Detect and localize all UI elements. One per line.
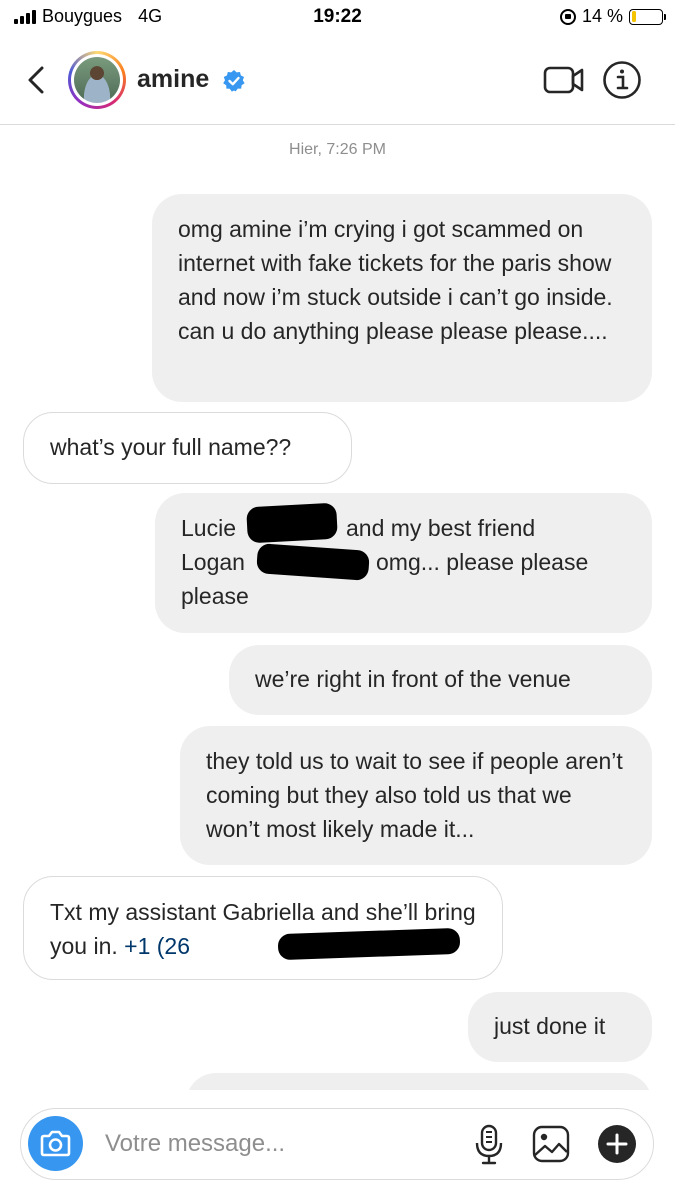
message-bubble-sent[interactable]: we’re right in front of the venue: [229, 645, 652, 715]
message-text: just done it: [494, 1013, 606, 1039]
battery-percent: 14 %: [581, 6, 623, 26]
message-input[interactable]: [105, 1125, 455, 1163]
message-bubble-received[interactable]: Txt my assistant Gabriella and she’ll br…: [23, 876, 503, 980]
camera-icon: [40, 1130, 71, 1157]
gallery-icon[interactable]: [531, 1123, 571, 1165]
info-icon[interactable]: [602, 60, 642, 100]
status-bar: Bouygues 4G 19:22 14 %: [0, 0, 675, 34]
message-composer: [20, 1108, 654, 1180]
message-bubble-sent[interactable]: omg amine i’m crying i got scammed on in…: [152, 194, 652, 402]
microphone-icon[interactable]: [471, 1123, 507, 1165]
message-text: what’s your full name??: [50, 434, 292, 460]
chat-username[interactable]: amine: [137, 65, 209, 94]
video-call-icon[interactable]: [543, 64, 585, 96]
message-bubble-received[interactable]: what’s your full name??: [23, 412, 352, 484]
message-bubble-sent[interactable]: they told us to wait to see if people ar…: [180, 726, 652, 865]
verified-icon: [223, 70, 245, 92]
message-timestamp: Hier, 7:26 PM: [289, 141, 386, 158]
plus-icon[interactable]: [597, 1124, 637, 1164]
chat-header: amine: [0, 40, 675, 125]
message-thread[interactable]: Hier, 7:26 PM omg amine i’m crying i got…: [0, 125, 675, 1090]
message-text: they told us to wait to see if people ar…: [206, 748, 623, 842]
back-icon[interactable]: [22, 62, 52, 98]
battery-icon: [629, 8, 666, 25]
avatar[interactable]: [68, 51, 126, 109]
message-text: omg amine i’m crying i got scammed on in…: [178, 216, 613, 344]
message-text: Lucie: [181, 515, 236, 541]
avatar-image: [74, 57, 120, 103]
message-bubble-partial[interactable]: [186, 1073, 652, 1090]
message-bubble-sent[interactable]: just done it: [468, 992, 652, 1062]
camera-button[interactable]: [28, 1116, 83, 1171]
redaction-mark: [256, 543, 370, 581]
redaction-mark: [246, 502, 338, 544]
message-text: and my best friend: [346, 515, 536, 541]
orientation-lock-icon: [559, 8, 576, 25]
message-bubble-sent[interactable]: Lucie and my best friend Logan omg... pl…: [155, 493, 652, 633]
message-text: Logan: [181, 549, 245, 575]
message-text: please: [181, 583, 249, 609]
message-text: we’re right in front of the venue: [255, 666, 571, 692]
phone-link[interactable]: +1 (26: [124, 933, 190, 959]
message-text: omg... please please: [376, 549, 589, 575]
status-right: 14 %: [559, 6, 666, 27]
redaction-mark: [277, 927, 461, 961]
